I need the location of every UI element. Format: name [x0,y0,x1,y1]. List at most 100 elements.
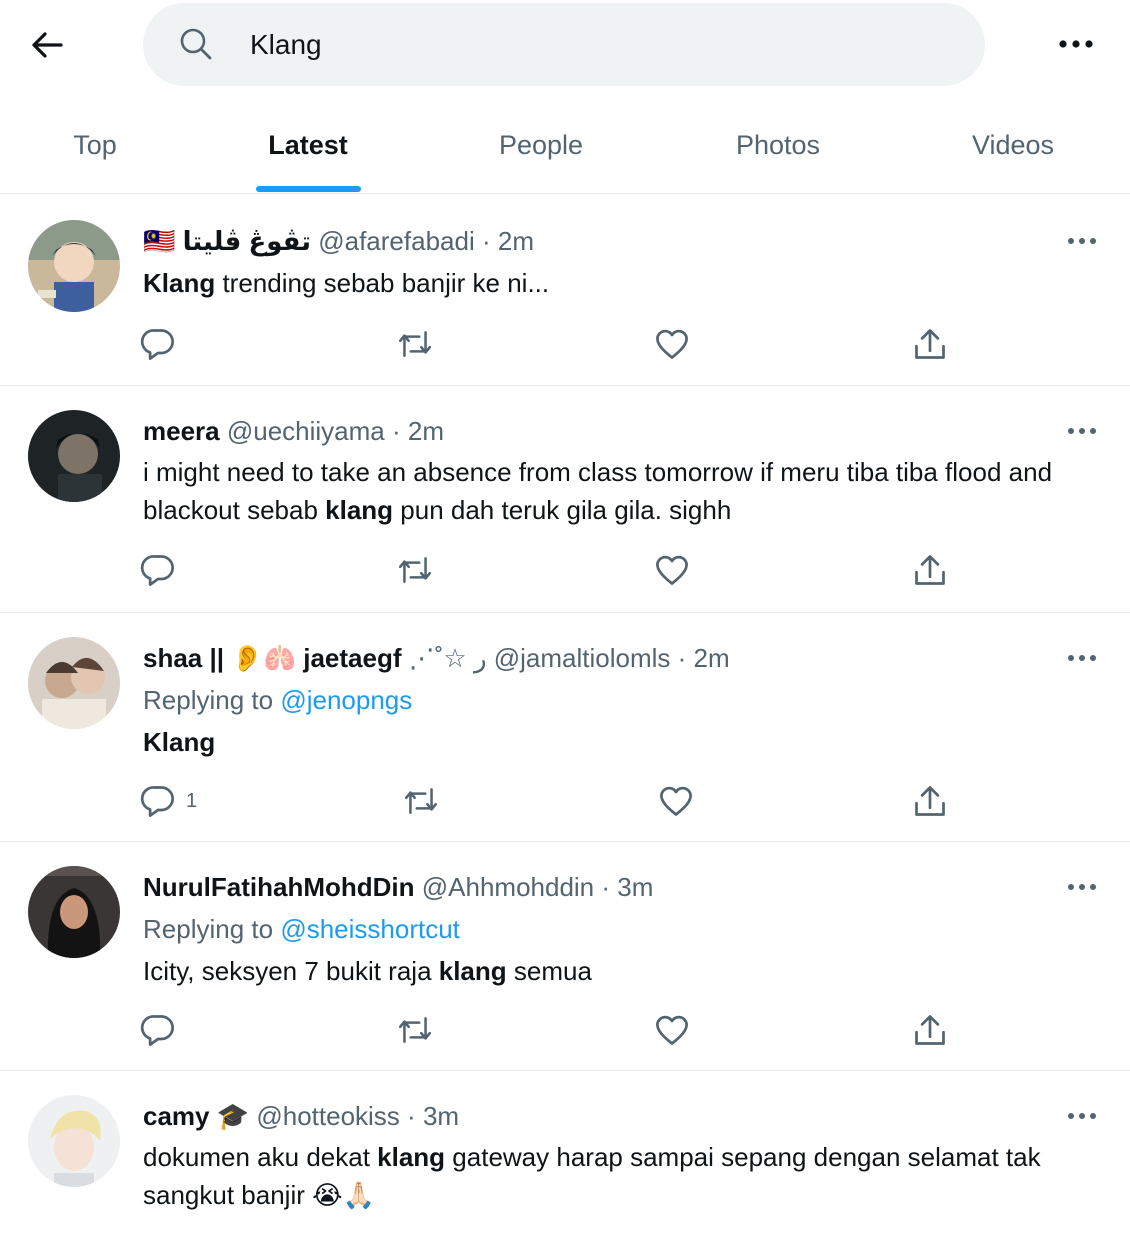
name-decoration: ⋰˚☆ ر [401,643,487,673]
search-tabs: Top Latest People Photos Videos [0,96,1130,194]
tweet-5[interactable]: camy 🎓 @hotteokiss · 3m dokumen aku deka… [0,1071,1130,1238]
active-tab-indicator [256,186,361,192]
search-input[interactable] [250,26,950,64]
search-header [0,0,1130,90]
heart-icon [654,326,690,362]
separator-dot: · [392,416,401,446]
timestamp[interactable]: 3m [617,872,653,902]
display-name[interactable]: camy [143,1101,210,1131]
avatar[interactable] [28,1095,120,1187]
tweet-text: dokumen aku dekat klang gateway harap sa… [143,1142,1041,1210]
timestamp[interactable]: 3m [423,1101,459,1131]
tweet-more-button[interactable] [1058,416,1106,446]
more-options-button[interactable] [1050,24,1102,64]
highlight-keyword: klang [438,956,507,986]
tab-top[interactable]: Top [40,96,150,194]
more-horizontal-icon [1067,1112,1097,1120]
more-horizontal-icon [1067,883,1097,891]
handle[interactable]: @Ahhmohddin [422,872,594,902]
avatar[interactable] [28,220,120,312]
tweet-header: camy 🎓 @hotteokiss · 3m [143,1101,459,1132]
replying-to-handle[interactable]: @sheisshortcut [280,914,460,944]
reply-icon [140,326,176,362]
reply-button[interactable]: 1 [140,779,197,823]
tab-videos[interactable]: Videos [950,96,1076,194]
retweet-button[interactable] [396,548,434,592]
share-icon [912,326,948,362]
arrow-left-icon [31,31,63,59]
tab-people[interactable]: People [480,96,602,194]
timestamp[interactable]: 2m [694,643,730,673]
separator-dot: · [677,643,687,673]
tweet-text: Klang trending sebab banjir ke ni... [143,268,550,298]
reply-icon [140,552,176,588]
more-horizontal-icon [1067,237,1097,245]
display-name[interactable]: تڤوڠ ڤليتا [183,226,311,256]
tweet-4[interactable]: NurulFatihahMohdDin @Ahhmohddin · 3m Rep… [0,842,1130,1071]
tab-latest[interactable]: Latest [240,96,376,194]
name-emoji: 👂🫁 [231,643,297,673]
heart-icon [658,783,694,819]
share-button[interactable] [912,548,948,592]
retweet-button[interactable] [402,779,440,823]
back-button[interactable] [22,22,72,68]
tweet-more-button[interactable] [1058,872,1106,902]
reply-button[interactable] [140,1008,176,1052]
retweet-button[interactable] [396,322,434,366]
timestamp[interactable]: 2m [498,226,534,256]
replying-to: Replying to @sheisshortcut [143,914,460,944]
reply-count: 1 [186,789,198,812]
tweet-3[interactable]: shaa || 👂🫁 jaetaegf ⋰˚☆ ر @jamaltiolomls… [0,613,1130,842]
more-horizontal-icon [1059,40,1093,48]
share-button[interactable] [912,322,948,366]
avatar-blonde-boy-icon [28,1095,120,1187]
handle[interactable]: @jamaltiolomls [494,643,671,673]
avatar-dark-portrait-icon [28,410,120,502]
reply-icon [140,783,176,819]
tweet-actions [140,322,960,366]
display-name[interactable]: NurulFatihahMohdDin [143,872,415,902]
reply-button[interactable] [140,548,176,592]
tweet-header: meera @uechiiyama · 2m [143,416,444,447]
tweet-header: shaa || 👂🫁 jaetaegf ⋰˚☆ ر @jamaltiolomls… [143,643,730,673]
share-button[interactable] [912,1008,948,1052]
avatar-anime-boy-icon [28,220,120,312]
tweet-more-button[interactable] [1058,643,1106,673]
highlight-keyword: klang [377,1142,446,1172]
tweet-actions [140,548,960,592]
timestamp[interactable]: 2m [408,416,444,446]
tweet-text: Klang [143,723,1103,761]
avatar[interactable] [28,410,120,502]
more-horizontal-icon [1067,654,1097,662]
tweet-header: NurulFatihahMohdDin @Ahhmohddin · 3m [143,872,653,903]
flag-icon: 🇲🇾 [143,226,176,256]
replying-to-handle[interactable]: @jenopngs [280,685,412,715]
tweet-2[interactable]: meera @uechiiyama · 2m i might need to t… [0,386,1130,613]
handle[interactable]: @uechiiyama [227,416,385,446]
tweet-1[interactable]: 🇲🇾 تڤوڠ ڤليتا @afarefabadi · 2m Klang tr… [0,196,1130,386]
like-button[interactable] [654,322,690,366]
tab-photos[interactable]: Photos [712,96,844,194]
handle[interactable]: @afarefabadi [318,226,475,256]
separator-dot: · [481,226,491,256]
share-button[interactable] [912,779,948,823]
tweet-more-button[interactable] [1058,1101,1106,1131]
like-button[interactable] [654,1008,690,1052]
avatar-hijab-woman-icon [28,866,120,958]
avatar[interactable] [28,637,120,729]
tweet-more-button[interactable] [1058,226,1106,256]
display-name[interactable]: shaa || [143,643,231,673]
avatar[interactable] [28,866,120,958]
like-button[interactable] [654,548,690,592]
display-name[interactable]: meera [143,416,220,446]
like-button[interactable] [658,779,694,823]
highlight-keyword: Klang [143,727,216,757]
handle[interactable]: @hotteokiss [256,1101,399,1131]
retweet-button[interactable] [396,1008,434,1052]
reply-button[interactable] [140,322,176,366]
tweet-text: i might need to take an absence from cla… [143,457,1053,525]
share-icon [912,552,948,588]
share-icon [912,1012,948,1048]
tweet-actions: 1 [140,779,960,823]
separator-dot: · [407,1101,416,1131]
